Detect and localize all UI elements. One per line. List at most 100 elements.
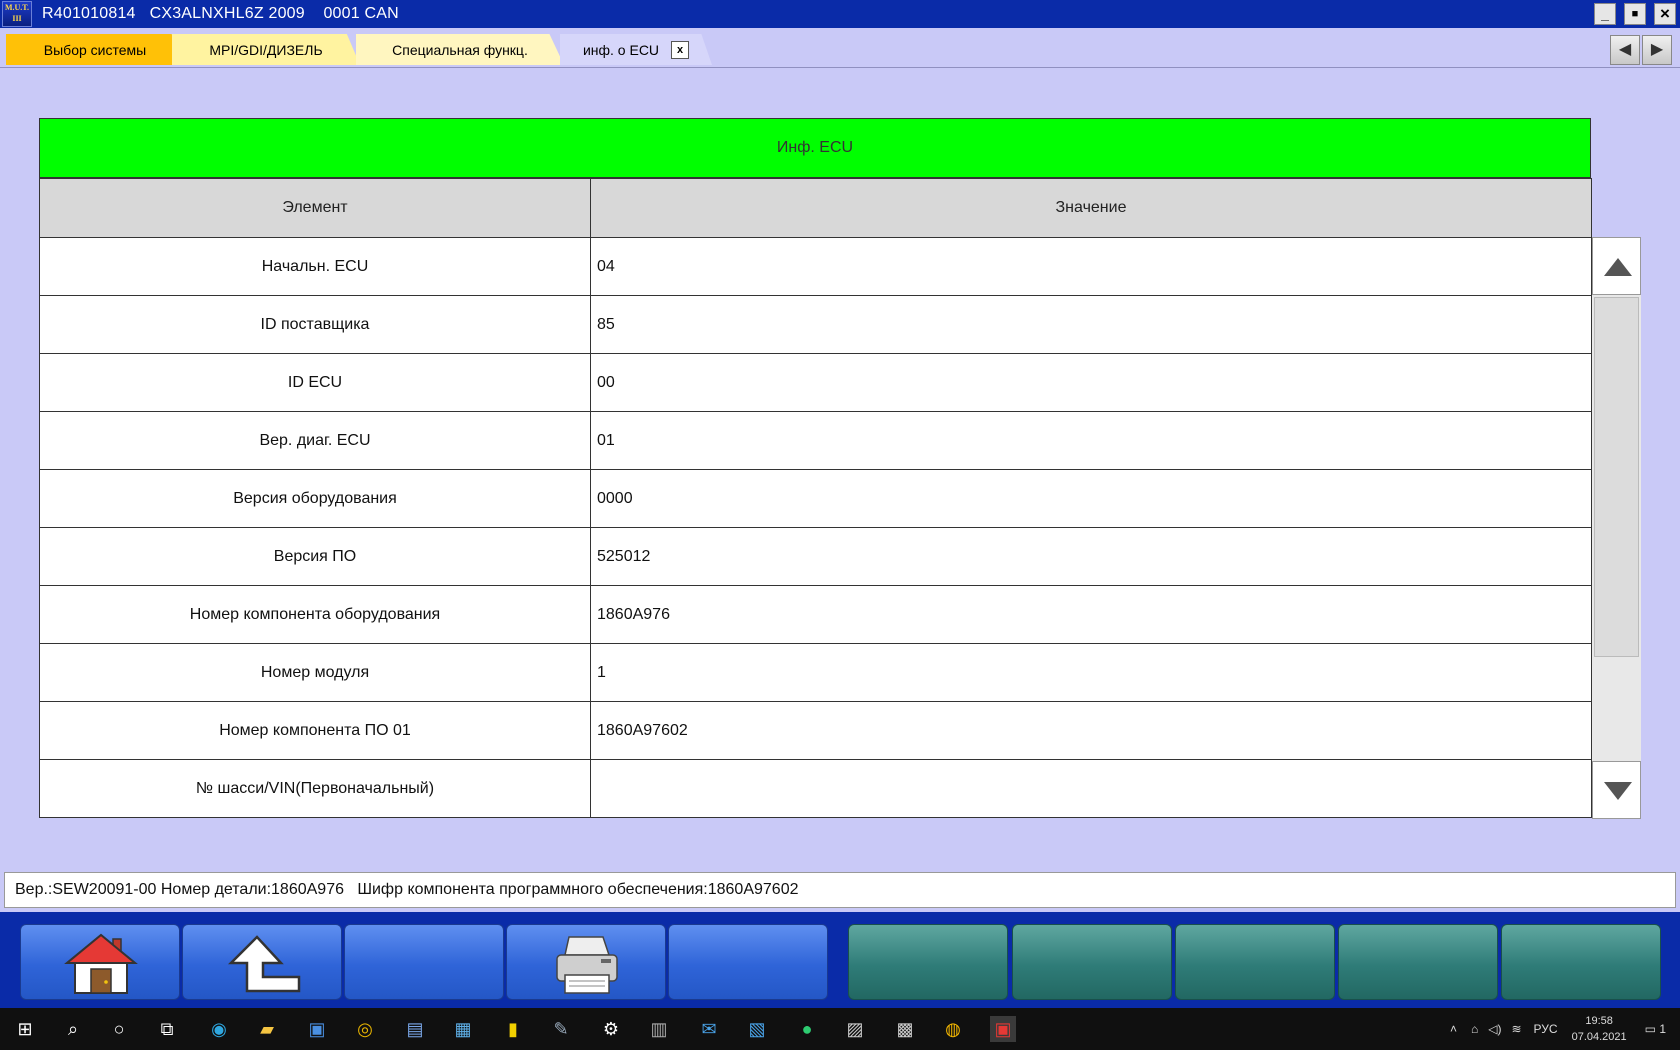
clock[interactable]: 19:58 07.04.2021 <box>1572 1013 1627 1045</box>
tab-special-function[interactable]: Специальная функц. <box>356 34 564 65</box>
column-header-value: Значение <box>590 178 1592 238</box>
row-value: 525012 <box>590 527 1592 586</box>
scroll-down-button[interactable] <box>1592 761 1641 819</box>
row-element: Номер модуля <box>39 643 591 702</box>
table-title: Инф. ECU <box>39 118 1591 178</box>
row-value: 0000 <box>590 469 1592 528</box>
tab-next-button[interactable]: ▶ <box>1642 35 1672 65</box>
ecu-info-table: Инф. ECU Элемент Значение Начальн. ECU 04… <box>39 118 1592 818</box>
table-header-row: Элемент Значение <box>39 178 1592 238</box>
app-icon[interactable]: ▤ <box>402 1016 428 1042</box>
row-value: 00 <box>590 353 1592 412</box>
volume-icon[interactable]: ◁) <box>1488 1022 1501 1036</box>
home-icon <box>64 933 138 994</box>
tab-close-button[interactable]: x <box>671 40 690 59</box>
app-icon[interactable]: ✎ <box>548 1016 574 1042</box>
row-element: Версия оборудования <box>39 469 591 528</box>
chrome-icon[interactable]: ◎ <box>352 1016 378 1042</box>
table-row[interactable]: Версия оборудования 0000 <box>39 469 1592 528</box>
app-icon[interactable]: ▨ <box>842 1016 868 1042</box>
mail-icon[interactable]: ✉ <box>696 1016 722 1042</box>
back-arrow-icon <box>227 935 301 993</box>
close-button[interactable]: × <box>1654 3 1676 25</box>
table-row[interactable]: Номер компонента ПО 01 1860A97602 <box>39 701 1592 760</box>
messenger-icon[interactable]: ● <box>794 1016 820 1042</box>
tab-label: MPI/GDI/ДИЗЕЛЬ <box>209 41 323 58</box>
app-icon[interactable]: ▦ <box>450 1016 476 1042</box>
arrow-down-icon <box>1604 782 1632 800</box>
row-value: 1860A97602 <box>590 701 1592 760</box>
chevron-up-icon[interactable]: ˄ <box>1450 1022 1457 1036</box>
table-row[interactable]: Номер компонента оборудования 1860A976 <box>39 585 1592 644</box>
function-button-10[interactable] <box>1501 924 1661 1000</box>
arrow-up-icon <box>1604 258 1632 276</box>
edge-browser-icon[interactable]: ◉ <box>206 1016 232 1042</box>
task-view-icon[interactable]: ⧉ <box>154 1016 180 1042</box>
table-row[interactable]: ID поставщика 85 <box>39 295 1592 354</box>
search-icon[interactable]: ⌕ <box>60 1016 86 1042</box>
window-title: R401010814 CX3ALNXHL6Z 2009 0001 CAN <box>42 5 399 22</box>
app-icon[interactable]: ▩ <box>892 1016 918 1042</box>
table-row[interactable]: Номер модуля 1 <box>39 643 1592 702</box>
row-value: 01 <box>590 411 1592 470</box>
row-element: Номер компонента ПО 01 <box>39 701 591 760</box>
calculator-icon[interactable]: ▥ <box>646 1016 672 1042</box>
back-button[interactable] <box>182 924 342 1000</box>
scroll-thumb[interactable] <box>1594 297 1639 657</box>
table-scrollbar[interactable] <box>1592 237 1641 819</box>
tab-label: Специальная функц. <box>392 41 528 58</box>
function-button-5[interactable] <box>668 924 828 1000</box>
function-button-bar <box>0 912 1680 1008</box>
table-row[interactable]: Вер. диаг. ECU 01 <box>39 411 1592 470</box>
row-value: 04 <box>590 237 1592 296</box>
system-tray: ˄ ⌂ ◁) ≋ РУС 19:58 07.04.2021 ▭ 1 <box>1450 1008 1666 1050</box>
clock-time: 19:58 <box>1585 1015 1613 1027</box>
taskbar: ⊞ ⌕ ○ ⧉ ◉ ▰ ▣ ◎ ▤ ▦ ▮ ✎ ⚙ ▥ ✉ ▧ ● ▨ ▩ ◍ … <box>0 1008 1680 1050</box>
row-element: Номер компонента оборудования <box>39 585 591 644</box>
table-row[interactable]: Версия ПО 525012 <box>39 527 1592 586</box>
windows-start-icon[interactable]: ⊞ <box>12 1016 38 1042</box>
function-button-9[interactable] <box>1338 924 1498 1000</box>
language-indicator[interactable]: РУС <box>1534 1022 1558 1036</box>
app-window: M.U.T. III R401010814 CX3ALNXHL6Z 2009 00… <box>0 0 1680 1050</box>
row-element: Вер. диаг. ECU <box>39 411 591 470</box>
app-logo: M.U.T. III <box>2 1 32 27</box>
tab-system-select[interactable]: Выбор системы <box>6 34 184 65</box>
wifi-icon[interactable]: ≋ <box>1511 1022 1521 1036</box>
print-button[interactable] <box>506 924 666 1000</box>
row-element: Начальн. ECU <box>39 237 591 296</box>
column-header-element: Элемент <box>39 178 591 238</box>
network-icon[interactable]: ⌂ <box>1471 1022 1478 1036</box>
tab-prev-button[interactable]: ◀ <box>1610 35 1640 65</box>
table-row[interactable]: ID ECU 00 <box>39 353 1592 412</box>
function-button-8[interactable] <box>1175 924 1335 1000</box>
store-icon[interactable]: ▣ <box>304 1016 330 1042</box>
table-row[interactable]: № шасси/VIN(Первоначальный) <box>39 759 1592 818</box>
table-row[interactable]: Начальн. ECU 04 <box>39 237 1592 296</box>
function-button-7[interactable] <box>1012 924 1172 1000</box>
app-icon[interactable]: ◍ <box>940 1016 966 1042</box>
minimize-button[interactable]: _ <box>1594 3 1616 25</box>
notification-count: 1 <box>1659 1022 1666 1036</box>
mut-app-icon[interactable]: ▣ <box>990 1016 1016 1042</box>
function-button-6[interactable] <box>848 924 1008 1000</box>
row-element: Версия ПО <box>39 527 591 586</box>
row-value: 85 <box>590 295 1592 354</box>
tab-bar: Выбор системы MPI/GDI/ДИЗЕЛЬ Специальная… <box>0 28 1680 68</box>
row-value: 1860A976 <box>590 585 1592 644</box>
tab-label: Выбор системы <box>43 41 147 58</box>
scroll-up-button[interactable] <box>1592 237 1641 295</box>
tab-ecu-info[interactable]: инф. о ECU x <box>560 34 712 65</box>
cortana-icon[interactable]: ○ <box>106 1016 132 1042</box>
app-icon[interactable]: ▧ <box>744 1016 770 1042</box>
row-value <box>590 759 1592 818</box>
tab-mpi-gdi-diesel[interactable]: MPI/GDI/ДИЗЕЛЬ <box>172 34 360 65</box>
function-button-3[interactable] <box>344 924 504 1000</box>
sticky-notes-icon[interactable]: ▮ <box>500 1016 526 1042</box>
settings-gear-icon[interactable]: ⚙ <box>598 1016 624 1042</box>
row-value: 1 <box>590 643 1592 702</box>
home-button[interactable] <box>20 924 180 1000</box>
maximize-button[interactable]: ■ <box>1624 3 1646 25</box>
file-explorer-icon[interactable]: ▰ <box>254 1016 280 1042</box>
notification-icon[interactable]: ▭ 1 <box>1645 1022 1666 1036</box>
